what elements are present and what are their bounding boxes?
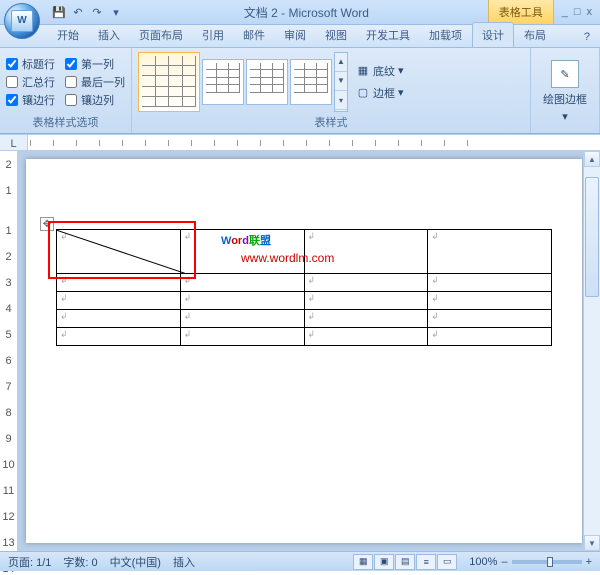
zoom-slider[interactable] [512,560,582,564]
word-table[interactable]: ↲↲↲↲ ↲↲↲↲ ↲↲↲↲ ↲↲↲↲ ↲↲↲↲ [56,229,552,346]
draw-borders-button[interactable]: ✎ 绘图边框 ▾ [537,56,593,127]
watermark-url: www.wordlm.com [241,251,334,265]
tab-design[interactable]: 设计 [472,22,514,47]
tab-view[interactable]: 视图 [316,23,356,47]
qat-dropdown[interactable]: ▾ [107,3,125,21]
tab-references[interactable]: 引用 [193,23,233,47]
scroll-track[interactable] [584,167,600,535]
style-options-checks: 标题行 第一列 汇总行 最后一列 镶边行 镶边列 [6,56,125,108]
zoom-out-button[interactable]: – [501,556,507,568]
vertical-ruler[interactable]: 211234567891011121314 [0,151,18,551]
check-total-row[interactable]: 汇总行 [6,74,55,90]
style-thumb[interactable] [290,59,332,105]
tab-developer[interactable]: 开发工具 [357,23,419,47]
view-buttons: ▦ ▣ ▤ ≡ ▭ [353,554,457,570]
check-last-col[interactable]: 最后一列 [65,74,125,90]
office-button[interactable]: W [4,3,40,39]
table-row[interactable]: ↲↲↲↲ [57,274,552,292]
shading-button[interactable]: ▦底纹▾ [352,61,408,81]
status-lang[interactable]: 中文(中国) [110,554,161,570]
close-button[interactable]: x [587,6,593,18]
contextual-tab-label: 表格工具 [488,0,554,24]
status-page[interactable]: 页面: 1/1 [8,554,51,570]
style-thumb[interactable] [202,59,244,105]
view-draft[interactable]: ▭ [437,554,457,570]
view-fullscreen[interactable]: ▣ [374,554,394,570]
minimize-button[interactable]: _ [562,6,568,18]
redo-button[interactable]: ↷ [88,3,106,21]
table-move-handle[interactable]: ✥ [40,217,54,231]
tab-mailings[interactable]: 邮件 [234,23,274,47]
window-title: 文档 2 - Microsoft Word [125,4,488,21]
tab-home[interactable]: 开始 [48,23,88,47]
ribbon: 标题行 第一列 汇总行 最后一列 镶边行 镶边列 表格样式选项 ▲ ▼ ▾ [0,48,600,134]
check-banded-cols[interactable]: 镶边列 [65,92,125,108]
window-buttons: _ □ x [554,6,600,18]
ribbon-tabs: 开始 插入 页面布局 引用 邮件 审阅 视图 开发工具 加载项 设计 布局 ? [0,25,600,48]
style-thumb-selected[interactable] [138,52,200,112]
view-print-layout[interactable]: ▦ [353,554,373,570]
horizontal-ruler[interactable]: L 246810121416182022242628303234363840 [0,134,600,151]
group-label: 表格样式选项 [6,112,125,132]
borders-button[interactable]: ▢边框▾ [352,83,408,103]
group-label: 表样式 [138,112,524,132]
tab-pagelayout[interactable]: 页面布局 [130,23,192,47]
style-extra-buttons: ▦底纹▾ ▢边框▾ [352,61,408,103]
tab-insert[interactable]: 插入 [89,23,129,47]
help-button[interactable]: ? [574,27,600,47]
table-row[interactable]: ↲↲↲↲ [57,328,552,346]
view-web[interactable]: ▤ [395,554,415,570]
maximize-button[interactable]: □ [574,6,581,18]
border-icon: ▢ [356,86,370,100]
document-scroll[interactable]: ✥ ↲↲↲↲ ↲↲↲↲ ↲↲↲↲ ↲↲↲↲ ↲↲↲↲ Word联盟 www.wo… [18,151,600,551]
watermark-text: Word联盟 [221,231,271,249]
zoom-slider-handle[interactable] [547,557,553,567]
check-first-col[interactable]: 第一列 [65,56,125,72]
status-mode[interactable]: 插入 [173,554,195,570]
undo-button[interactable]: ↶ [69,3,87,21]
group-draw-borders: ✎ 绘图边框 ▾ [531,48,600,133]
check-banded-rows[interactable]: 镶边行 [6,92,55,108]
status-words[interactable]: 字数: 0 [63,554,97,570]
zoom-value[interactable]: 100% [469,556,497,568]
scroll-up-icon[interactable]: ▲ [584,151,600,167]
fill-icon: ▦ [356,64,370,78]
save-button[interactable]: 💾 [50,3,68,21]
tab-review[interactable]: 审阅 [275,23,315,47]
page[interactable]: ✥ ↲↲↲↲ ↲↲↲↲ ↲↲↲↲ ↲↲↲↲ ↲↲↲↲ Word联盟 www.wo… [26,159,582,543]
scroll-thumb[interactable] [585,177,599,297]
zoom-in-button[interactable]: + [586,556,592,568]
gallery-more-icon[interactable]: ▾ [335,91,347,110]
tab-layout[interactable]: 布局 [515,23,555,47]
gallery-scroll[interactable]: ▲ ▼ ▾ [334,52,348,112]
style-thumb[interactable] [246,59,288,105]
gallery-up-icon[interactable]: ▲ [335,53,347,72]
status-bar: 页面: 1/1 字数: 0 中文(中国) 插入 ▦ ▣ ▤ ≡ ▭ 100% –… [0,551,600,571]
group-table-styles: ▲ ▼ ▾ ▦底纹▾ ▢边框▾ 表样式 [132,48,531,133]
zoom-control: 100% – + [469,556,592,568]
table-row[interactable]: ↲↲↲↲ [57,292,552,310]
document-area: 211234567891011121314 ✥ ↲↲↲↲ ↲↲↲↲ ↲↲↲↲ ↲… [0,151,600,551]
group-table-style-options: 标题行 第一列 汇总行 最后一列 镶边行 镶边列 表格样式选项 [0,48,132,133]
pen-icon: ✎ [551,60,579,88]
scroll-down-icon[interactable]: ▼ [584,535,600,551]
tab-addins[interactable]: 加载项 [420,23,471,47]
ruler-corner[interactable]: L [0,135,28,151]
table-styles-gallery[interactable]: ▲ ▼ ▾ [138,52,348,112]
quick-access-toolbar: 💾 ↶ ↷ ▾ [50,3,125,21]
check-header-row[interactable]: 标题行 [6,56,55,72]
table-row[interactable]: ↲↲↲↲ [57,310,552,328]
view-outline[interactable]: ≡ [416,554,436,570]
gallery-down-icon[interactable]: ▼ [335,72,347,91]
vertical-scrollbar[interactable]: ▲ ▼ [583,151,600,551]
